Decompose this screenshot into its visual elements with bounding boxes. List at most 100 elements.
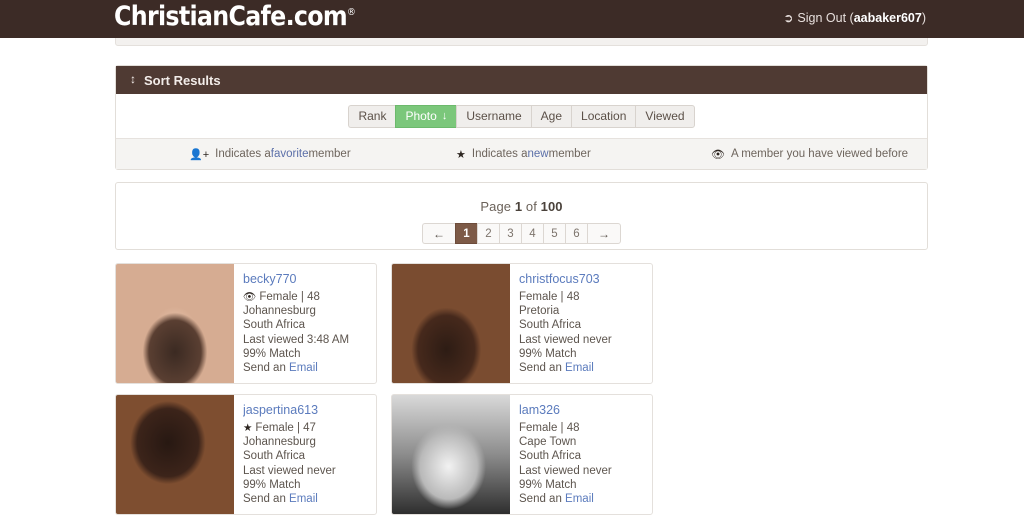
member-gender-age: Female | 48	[519, 291, 580, 303]
member-email-row: Send an Email	[519, 361, 652, 375]
sign-out-icon: ➲	[783, 11, 794, 25]
member-gender-age-text: Female | 48	[259, 291, 320, 303]
legend-new-post: member	[548, 148, 591, 160]
member-gender-age: ★ Female | 47	[243, 421, 376, 435]
sort-button-username[interactable]: Username	[456, 104, 531, 128]
member-city: Johannesburg	[243, 436, 316, 449]
legend-new-pre: Indicates a	[471, 148, 528, 160]
member-gender-age: 👁 Female | 48	[243, 290, 376, 304]
site-logo[interactable]: ChristianCafe.com®	[114, 1, 356, 32]
member-photo-image	[116, 395, 234, 514]
registered-trademark-icon: ®	[346, 7, 356, 18]
legend-new-link[interactable]: new	[528, 148, 549, 160]
member-info: christfocus703 Female | 48 Pretoria Sout…	[510, 264, 652, 383]
member-photo[interactable]	[392, 264, 510, 383]
legend-viewed-member: 👁 A member you have viewed before	[711, 148, 908, 161]
member-card[interactable]: becky770 👁 Female | 48 Johannesburg South…	[115, 263, 377, 384]
legend-favorite-link[interactable]: favorite	[271, 148, 309, 160]
pagination-page-1[interactable]: 1	[455, 223, 477, 244]
member-email-link[interactable]: Email	[565, 362, 594, 374]
member-username[interactable]: becky770	[243, 272, 376, 286]
pagination-page-3-label: 3	[507, 227, 514, 240]
star-icon: ★	[456, 148, 466, 161]
pagination-page-4-label: 4	[529, 227, 536, 240]
pagination-panel: Page 1 of 100 ← 1 2 3 4 5 6 →	[115, 182, 928, 250]
member-photo[interactable]	[392, 395, 510, 514]
page-root: ▼Home/Search/Quickmatch ChristianCafe.co…	[0, 0, 1024, 517]
legend-row: 👤+ Indicates a favorite member ★ Indicates…	[116, 138, 927, 169]
member-email-pre: Send an	[243, 362, 290, 375]
member-photo-image	[116, 264, 234, 383]
member-email-row: Send an Email	[243, 492, 376, 506]
member-photo[interactable]	[116, 395, 234, 514]
member-last-viewed: Last viewed never	[243, 464, 336, 477]
sort-button-age-label: Age	[540, 109, 563, 123]
member-match: 99% Match	[519, 347, 577, 360]
sort-button-location[interactable]: Location	[571, 104, 636, 128]
pagination-page-5[interactable]: 5	[543, 223, 565, 244]
pagination-page-4[interactable]: 4	[521, 223, 543, 244]
member-email-pre: Send an	[519, 362, 566, 375]
member-username[interactable]: christfocus703	[519, 272, 652, 286]
member-card[interactable]: christfocus703 Female | 48 Pretoria Sout…	[391, 263, 653, 384]
sort-results-header: ↕ Sort Results	[116, 66, 927, 94]
page-indicator-pre: Page	[480, 199, 515, 214]
member-email-row: Send an Email	[519, 492, 652, 506]
sign-out-label: Sign Out (	[797, 11, 854, 25]
page-indicator: Page 1 of 100	[116, 183, 927, 214]
sort-results-panel: ↕ Sort Results Rank Photo ↓ Username Age	[115, 65, 928, 170]
sort-button-photo[interactable]: Photo ↓	[395, 104, 457, 128]
member-match: 99% Match	[243, 347, 301, 360]
sign-out-link[interactable]: ➲ Sign Out (aabaker607)	[783, 11, 926, 25]
sort-button-age[interactable]: Age	[530, 104, 572, 128]
member-last-viewed: Last viewed never	[519, 464, 612, 477]
sort-button-username-label: Username	[466, 109, 522, 123]
pagination-page-5-label: 5	[551, 227, 558, 240]
sort-button-viewed[interactable]: Viewed	[635, 104, 695, 128]
sort-updown-icon: ↕	[130, 72, 136, 86]
member-email-link[interactable]: Email	[289, 493, 318, 505]
sort-button-rank[interactable]: Rank	[348, 104, 396, 128]
member-email-link[interactable]: Email	[565, 493, 594, 505]
member-match: 99% Match	[243, 478, 301, 491]
eye-icon: 👁	[711, 148, 725, 161]
pagination-page-3[interactable]: 3	[499, 223, 521, 244]
member-country: South Africa	[243, 450, 306, 463]
member-city: Pretoria	[519, 305, 560, 318]
member-card[interactable]: lam326 Female | 48 Cape Town South Afric…	[391, 394, 653, 515]
member-match: 99% Match	[519, 478, 577, 491]
member-gender-age: Female | 48	[519, 422, 580, 434]
legend-new-member: ★ Indicates a new member	[456, 148, 591, 161]
member-email-pre: Send an	[519, 493, 566, 506]
pagination-page-2[interactable]: 2	[477, 223, 499, 244]
member-email-pre: Send an	[243, 493, 290, 506]
legend-favorite-pre: Indicates a	[215, 148, 271, 160]
pagination-page-6[interactable]: 6	[565, 223, 587, 244]
member-photo-image	[392, 395, 510, 514]
star-icon: ★	[243, 422, 253, 434]
pagination-next-button[interactable]: →	[587, 223, 621, 244]
pagination-page-2-label: 2	[485, 227, 492, 240]
member-info: lam326 Female | 48 Cape Town South Afric…	[510, 395, 652, 514]
pagination-controls: ← 1 2 3 4 5 6 →	[116, 223, 927, 244]
sort-button-location-label: Location	[581, 109, 627, 123]
legend-viewed-text: A member you have viewed before	[730, 148, 909, 160]
pagination-prev-button[interactable]: ←	[422, 223, 455, 244]
arrow-left-icon: ←	[433, 226, 445, 241]
member-email-link[interactable]: Email	[289, 362, 318, 374]
page-indicator-total: 100	[540, 199, 563, 214]
member-info: jaspertina613 ★ Female | 47 Johannesburg …	[234, 395, 376, 514]
member-country: South Africa	[243, 319, 306, 332]
sort-button-photo-label: Photo	[405, 109, 437, 123]
member-info: becky770 👁 Female | 48 Johannesburg South…	[234, 264, 376, 383]
sort-results-title: Sort Results	[144, 72, 221, 88]
member-card[interactable]: jaspertina613 ★ Female | 47 Johannesburg …	[115, 394, 377, 515]
site-logo-text: ChristianCafe.com	[114, 1, 348, 32]
member-username[interactable]: jaspertina613	[243, 403, 376, 417]
sort-button-group: Rank Photo ↓ Username Age Location Viewe…	[348, 104, 695, 128]
pagination-page-1-label: 1	[463, 227, 470, 240]
eye-icon: 👁	[243, 291, 257, 303]
member-username[interactable]: lam326	[519, 403, 652, 417]
member-last-viewed: Last viewed never	[519, 333, 612, 346]
member-photo[interactable]	[116, 264, 234, 383]
